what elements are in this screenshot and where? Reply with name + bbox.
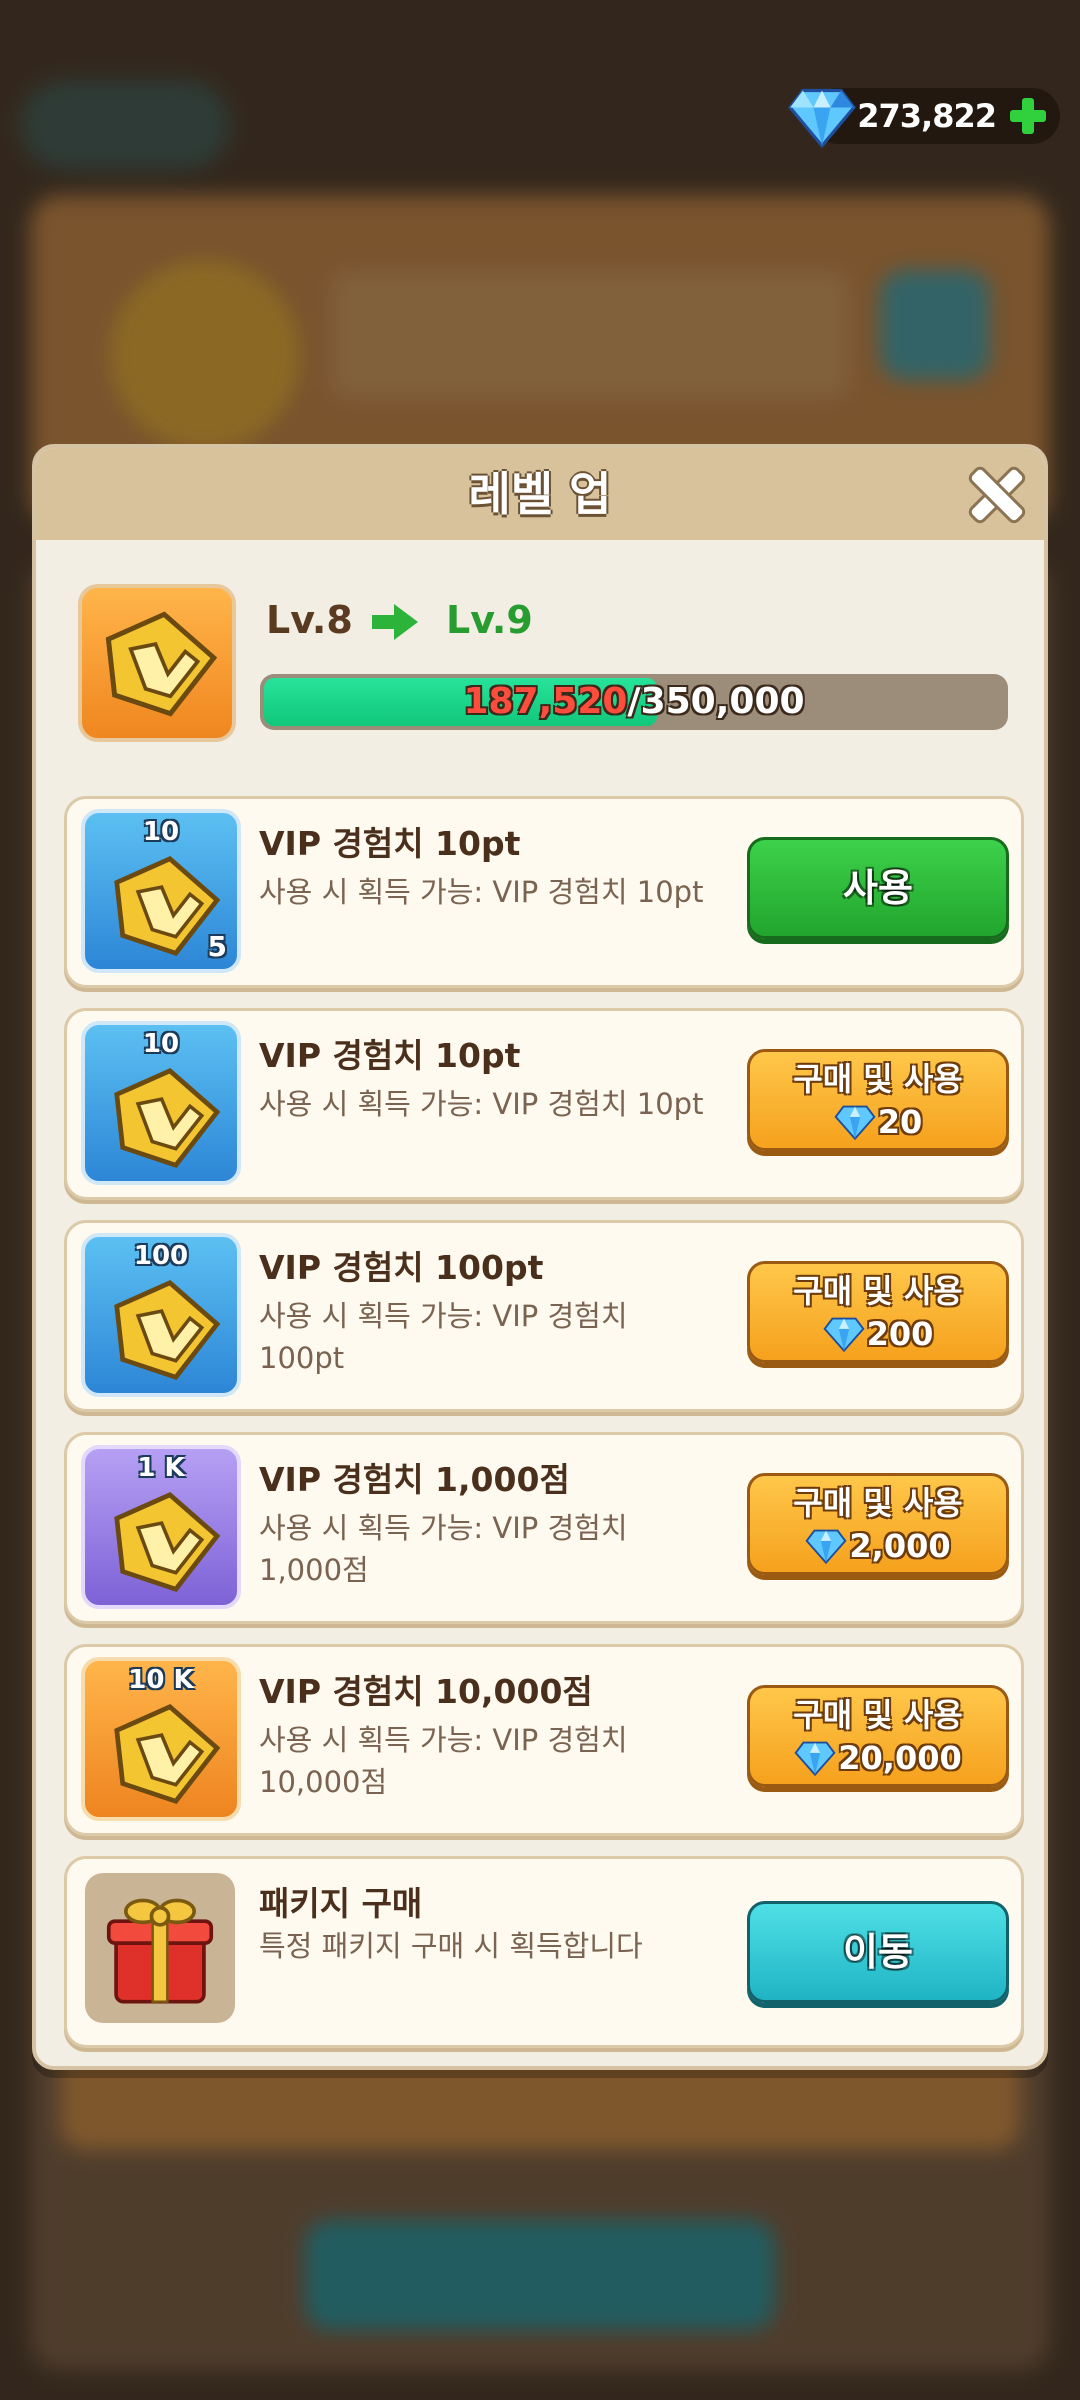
list-item: 10 VIP 경험치 10pt 사용 시 획득 가능: VIP 경험치 10pt… xyxy=(64,1008,1024,1200)
price-row: 20 xyxy=(750,1100,1006,1144)
price-value: 200 xyxy=(866,1315,934,1353)
diamond-icon xyxy=(823,1317,865,1352)
next-level: Lv.9 xyxy=(446,598,533,642)
vip-exp-icon xyxy=(114,1704,221,1804)
item-title: VIP 경험치 100pt xyxy=(259,1248,544,1287)
modal-header: 레벨 업 xyxy=(36,448,1044,540)
buy-and-use-button[interactable]: 구매 및 사용 20 xyxy=(747,1049,1009,1151)
arrow-right-icon xyxy=(372,604,418,640)
item-description: 사용 시 획득 가능: VIP 경험치 1,000점 xyxy=(259,1511,628,1587)
vip-exp-item-icon: 10 xyxy=(81,1021,241,1185)
close-icon[interactable] xyxy=(968,466,1024,522)
buy-and-use-label: 구매 및 사용 xyxy=(793,1484,963,1522)
buy-and-use-button[interactable]: 구매 및 사용 20,000 xyxy=(747,1685,1009,1787)
price-value: 2,000 xyxy=(849,1527,951,1565)
vip-exp-icon xyxy=(105,611,218,717)
vip-level-icon xyxy=(78,584,236,742)
item-title: VIP 경험치 10pt xyxy=(259,1036,521,1075)
vip-exp-icon xyxy=(114,1280,221,1380)
icon-amount-label: 1 K xyxy=(137,1453,185,1483)
gift-box-icon xyxy=(106,1898,214,2004)
diamond-currency: 273,822 xyxy=(788,88,1060,149)
icon-amount-label: 10 xyxy=(142,817,180,847)
plus-icon[interactable] xyxy=(1008,96,1048,136)
buy-and-use-label: 구매 및 사용 xyxy=(793,1696,963,1734)
item-description: 사용 시 획득 가능: VIP 경험치 100pt xyxy=(259,1299,628,1375)
diamond-icon xyxy=(788,88,856,149)
list-item: 10 K VIP 경험치 10,000점 사용 시 획득 가능: VIP 경험치… xyxy=(64,1644,1024,1836)
list-item: 100 VIP 경험치 100pt 사용 시 획득 가능: VIP 경험치 10… xyxy=(64,1220,1024,1412)
item-description: 특정 패키지 구매 시 획득합니다 xyxy=(259,1929,643,1963)
item-title: 패키지 구매 xyxy=(259,1884,423,1923)
icon-amount-label: 10 xyxy=(142,1029,180,1059)
item-description: 사용 시 획득 가능: VIP 경험치 10,000점 xyxy=(259,1723,628,1799)
vip-exp-item-icon: 100 xyxy=(81,1233,241,1397)
item-title: VIP 경험치 10pt xyxy=(259,824,521,863)
use-button[interactable]: 사용 xyxy=(747,837,1009,939)
buy-and-use-button[interactable]: 구매 및 사용 200 xyxy=(747,1261,1009,1363)
progress-current: 187,520 xyxy=(463,681,628,722)
vip-exp-icon xyxy=(114,1492,221,1592)
buy-and-use-label: 구매 및 사용 xyxy=(793,1060,963,1098)
package-item-icon xyxy=(85,1873,235,2023)
vip-exp-icon xyxy=(114,1068,221,1168)
vip-exp-icon xyxy=(114,856,221,956)
item-description: 사용 시 획득 가능: VIP 경험치 10pt xyxy=(259,1087,704,1121)
price-row: 2,000 xyxy=(750,1524,1006,1568)
price-row: 200 xyxy=(750,1312,1006,1356)
current-level: Lv.8 xyxy=(266,598,353,642)
item-description: 사용 시 획득 가능: VIP 경험치 10pt xyxy=(259,875,704,909)
list-item: 패키지 구매 특정 패키지 구매 시 획득합니다 이동 xyxy=(64,1856,1024,2048)
item-count-badge: 5 xyxy=(207,930,227,963)
progress-text: 187,520/350,000 xyxy=(260,674,1008,730)
price-value: 20,000 xyxy=(838,1739,962,1777)
item-title: VIP 경험치 1,000점 xyxy=(259,1460,570,1499)
list-item: 10 5 VIP 경험치 10pt 사용 시 획득 가능: VIP 경험치 10… xyxy=(64,796,1024,988)
diamond-amount: 273,822 xyxy=(857,97,997,135)
go-button[interactable]: 이동 xyxy=(747,1901,1009,2003)
vip-exp-item-icon: 1 K xyxy=(81,1445,241,1609)
buy-and-use-button[interactable]: 구매 및 사용 2,000 xyxy=(747,1473,1009,1575)
diamond-icon xyxy=(834,1105,876,1140)
price-value: 20 xyxy=(877,1103,923,1141)
diamond-icon xyxy=(794,1741,836,1776)
diamond-icon xyxy=(805,1529,847,1564)
vip-exp-item-icon: 10 K xyxy=(81,1657,241,1821)
icon-amount-label: 10 K xyxy=(128,1665,194,1695)
progress-max: /350,000 xyxy=(627,681,805,722)
vip-exp-item-icon: 10 5 xyxy=(81,809,241,973)
buy-and-use-label: 구매 및 사용 xyxy=(793,1272,963,1310)
list-item: 1 K VIP 경험치 1,000점 사용 시 획득 가능: VIP 경험치 1… xyxy=(64,1432,1024,1624)
level-progress-bar: 187,520/350,000 xyxy=(260,674,1008,730)
icon-amount-label: 100 xyxy=(133,1241,189,1271)
level-up-modal: 레벨 업 Lv.8 Lv.9 187,520/350,000 10 5 VIP … xyxy=(32,444,1048,2070)
item-title: VIP 경험치 10,000점 xyxy=(259,1672,593,1711)
price-row: 20,000 xyxy=(750,1736,1006,1780)
modal-title: 레벨 업 xyxy=(468,467,612,521)
